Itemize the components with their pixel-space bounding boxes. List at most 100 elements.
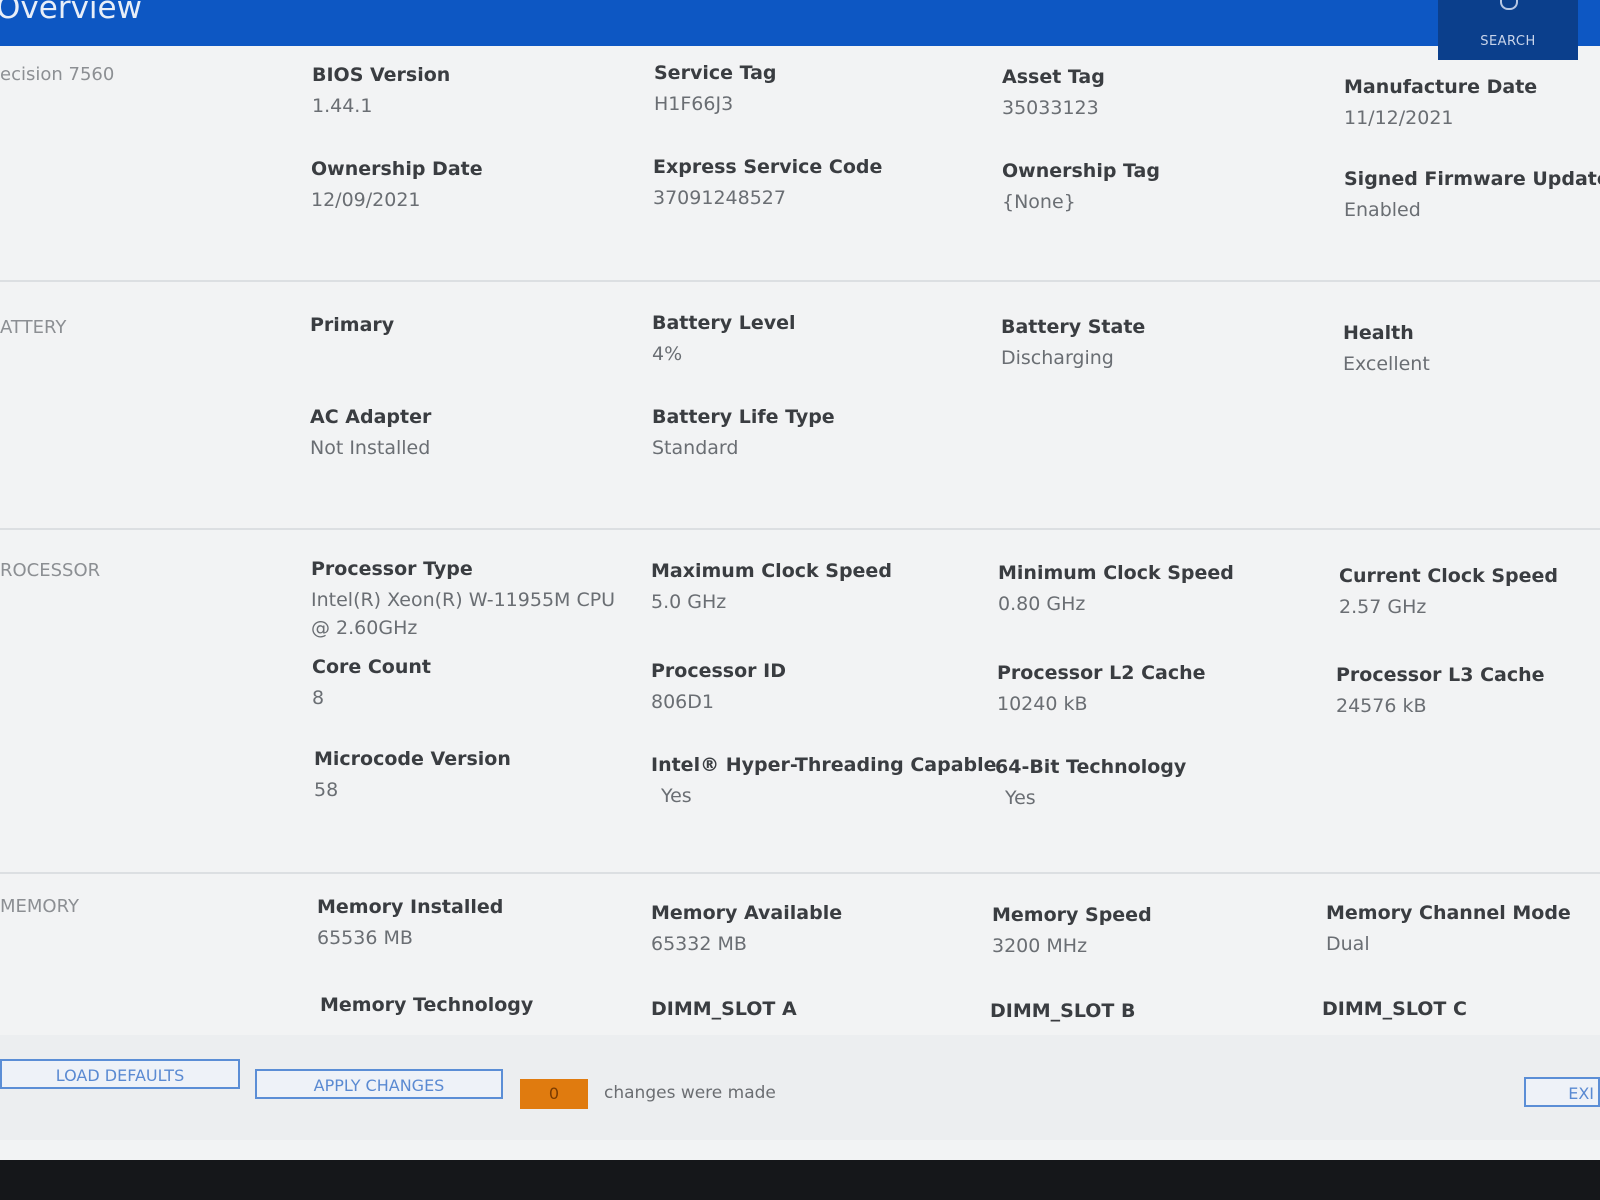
divider bbox=[0, 280, 1600, 282]
field-battery-state: Battery State Discharging bbox=[1001, 316, 1145, 372]
search-button[interactable]: SEARCH bbox=[1438, 0, 1578, 60]
field-key: Signed Firmware Update bbox=[1344, 168, 1600, 190]
field-value: 65536 MB bbox=[317, 927, 413, 949]
field-min-clock: Minimum Clock Speed 0.80 GHz bbox=[998, 562, 1234, 618]
field-key: Intel® Hyper-Threading Capable bbox=[651, 754, 997, 776]
field-service-tag: Service Tag H1F66J3 bbox=[654, 62, 777, 118]
field-microcode-version: Microcode Version 58 bbox=[314, 748, 511, 804]
field-l2-cache: Processor L2 Cache 10240 kB bbox=[997, 662, 1206, 718]
field-value: 806D1 bbox=[651, 691, 714, 713]
exit-button[interactable]: EXI bbox=[1524, 1077, 1600, 1107]
field-bios-version: BIOS Version 1.44.1 bbox=[312, 64, 450, 120]
field-value: 65332 MB bbox=[651, 933, 747, 955]
field-key: Ownership Tag bbox=[1002, 160, 1160, 182]
field-key: Processor ID bbox=[651, 660, 786, 682]
field-key: Memory Channel Mode bbox=[1326, 902, 1571, 924]
field-value: Dual bbox=[1326, 933, 1370, 955]
field-processor-type: Processor Type Intel(R) Xeon(R) W-11955M… bbox=[311, 558, 631, 642]
field-memory-available: Memory Available 65332 MB bbox=[651, 902, 842, 958]
field-value: Intel(R) Xeon(R) W-11955M CPU @ 2.60GHz bbox=[311, 589, 616, 639]
field-value: 35033123 bbox=[1002, 97, 1099, 119]
field-value: 3200 MHz bbox=[992, 935, 1088, 957]
field-memory-speed: Memory Speed 3200 MHz bbox=[992, 904, 1152, 960]
field-key: DIMM_SLOT B bbox=[990, 1000, 1136, 1022]
field-value: 8 bbox=[312, 687, 325, 709]
field-dimm-slot-b: DIMM_SLOT B bbox=[990, 1000, 1135, 1022]
field-value: Yes bbox=[661, 785, 692, 807]
search-icon bbox=[1500, 0, 1518, 10]
field-value: {None} bbox=[1002, 191, 1076, 213]
field-key: Minimum Clock Speed bbox=[998, 562, 1234, 584]
field-value: Excellent bbox=[1343, 353, 1430, 375]
monitor-bezel bbox=[0, 1160, 1600, 1200]
field-value: Standard bbox=[652, 437, 739, 459]
field-signed-firmware-update: Signed Firmware Update Enabled bbox=[1344, 168, 1600, 224]
field-core-count: Core Count 8 bbox=[312, 656, 431, 712]
field-value: 11/12/2021 bbox=[1344, 107, 1454, 129]
field-key: Service Tag bbox=[654, 62, 777, 84]
field-value: 1.44.1 bbox=[312, 95, 373, 117]
field-battery-level: Battery Level 4% bbox=[652, 312, 796, 368]
field-key: Core Count bbox=[312, 656, 432, 678]
apply-changes-button[interactable]: APPLY CHANGES bbox=[255, 1069, 503, 1099]
field-value: H1F66J3 bbox=[654, 93, 734, 115]
field-ownership-date: Ownership Date 12/09/2021 bbox=[311, 158, 483, 214]
field-key: Ownership Date bbox=[311, 158, 483, 180]
field-ownership-tag[interactable]: Ownership Tag {None} bbox=[1002, 160, 1160, 216]
field-value: 37091248527 bbox=[653, 187, 786, 209]
bios-screen: Overview SEARCH ecision 7560 BIOS Versio… bbox=[0, 0, 1600, 1160]
field-dimm-slot-a: DIMM_SLOT A bbox=[651, 998, 797, 1020]
load-defaults-button[interactable]: LOAD DEFAULTS bbox=[0, 1059, 240, 1089]
page-title: Overview bbox=[0, 0, 142, 26]
field-value: Not Installed bbox=[310, 437, 431, 459]
field-key: Memory Speed bbox=[992, 904, 1152, 926]
field-key: Memory Available bbox=[651, 902, 843, 924]
field-value: 2.57 GHz bbox=[1339, 596, 1427, 618]
field-64bit: 64-Bit Technology Yes bbox=[995, 756, 1186, 812]
field-express-service-code: Express Service Code 37091248527 bbox=[653, 156, 882, 212]
field-key: Processor L3 Cache bbox=[1336, 664, 1545, 686]
field-key: DIMM_SLOT C bbox=[1322, 998, 1467, 1020]
section-label-system: ecision 7560 bbox=[0, 64, 115, 85]
field-key: Health bbox=[1343, 322, 1414, 344]
field-key: DIMM_SLOT A bbox=[651, 998, 797, 1020]
field-value: 24576 kB bbox=[1336, 695, 1427, 717]
changes-status-text: changes were made bbox=[604, 1083, 776, 1103]
field-key: Manufacture Date bbox=[1344, 76, 1538, 98]
section-label-processor: ROCESSOR bbox=[0, 560, 101, 581]
field-health: Health Excellent bbox=[1343, 322, 1430, 378]
field-manufacture-date: Manufacture Date 11/12/2021 bbox=[1344, 76, 1537, 132]
field-processor-id: Processor ID 806D1 bbox=[651, 660, 786, 716]
field-value: 4% bbox=[652, 343, 683, 365]
field-key: Battery Life Type bbox=[652, 406, 835, 428]
field-key: BIOS Version bbox=[312, 64, 451, 86]
field-key: Asset Tag bbox=[1002, 66, 1105, 88]
field-value: Enabled bbox=[1344, 199, 1421, 221]
section-label-battery: ATTERY bbox=[0, 317, 67, 338]
field-battery-life-type: Battery Life Type Standard bbox=[652, 406, 835, 462]
field-key: Battery State bbox=[1001, 316, 1146, 338]
divider bbox=[0, 872, 1600, 874]
field-primary: Primary bbox=[310, 314, 394, 336]
field-key: Memory Technology bbox=[320, 994, 534, 1016]
field-key: AC Adapter bbox=[310, 406, 432, 428]
field-key: Processor L2 Cache bbox=[997, 662, 1206, 684]
field-value: 58 bbox=[314, 779, 339, 801]
field-dimm-slot-c: DIMM_SLOT C bbox=[1322, 998, 1467, 1020]
field-memory-channel-mode: Memory Channel Mode Dual bbox=[1326, 902, 1571, 958]
field-memory-installed: Memory Installed 65536 MB bbox=[317, 896, 503, 952]
field-max-clock: Maximum Clock Speed 5.0 GHz bbox=[651, 560, 892, 616]
divider bbox=[0, 528, 1600, 530]
field-value: 10240 kB bbox=[997, 693, 1088, 715]
field-key: Memory Installed bbox=[317, 896, 504, 918]
field-value: 12/09/2021 bbox=[311, 189, 421, 211]
field-key: Primary bbox=[310, 314, 395, 336]
field-key: Processor Type bbox=[311, 558, 473, 580]
field-asset-tag: Asset Tag 35033123 bbox=[1002, 66, 1105, 122]
field-l3-cache: Processor L3 Cache 24576 kB bbox=[1336, 664, 1545, 720]
field-key: Battery Level bbox=[652, 312, 796, 334]
header-bar: Overview SEARCH bbox=[0, 0, 1600, 60]
change-count-badge: 0 bbox=[520, 1079, 588, 1109]
field-key: Maximum Clock Speed bbox=[651, 560, 892, 582]
field-value: Yes bbox=[1005, 787, 1036, 809]
